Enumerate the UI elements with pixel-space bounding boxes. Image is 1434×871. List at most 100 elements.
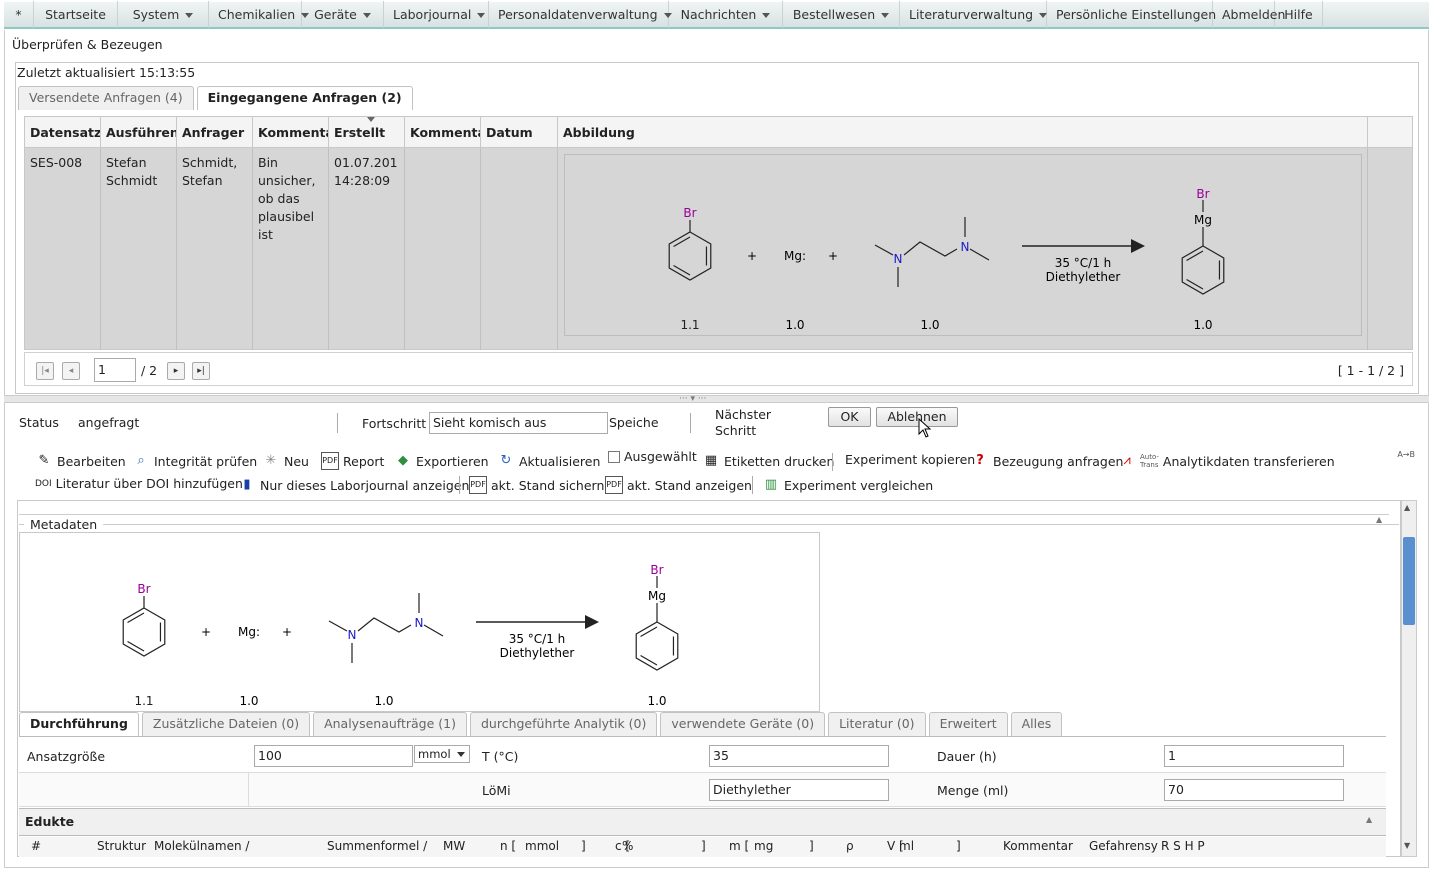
neu-button[interactable]: ✳ Neu (262, 452, 309, 470)
analytikdaten-button[interactable]: ⩘ Auto- Trans Analytikdaten transferieren (1118, 452, 1334, 470)
save-link[interactable]: Speiche (609, 415, 659, 430)
menu-item[interactable]: Bestellwesen (783, 1, 900, 28)
ausgewaehlt-checkbox[interactable]: Ausgewählt (608, 449, 697, 464)
tab-zusaetzliche-dateien[interactable]: Zusätzliche Dateien (0) (141, 712, 311, 736)
plus-sign: + (828, 249, 838, 263)
tab-erweitert[interactable]: Erweitert (928, 712, 1008, 736)
ansatz-input[interactable]: 100 (254, 745, 413, 767)
integritaet-button[interactable]: ⌕ Integrität prüfen (132, 452, 257, 470)
ok-button[interactable]: OK (828, 407, 871, 427)
scroll-thumb[interactable] (1403, 537, 1415, 625)
last-page-icon[interactable]: ▸| (192, 362, 210, 380)
col-abbildung[interactable]: Abbildung (558, 117, 1368, 148)
stand-sichern-button[interactable]: PDF akt. Stand sichern (469, 476, 604, 494)
experiment-kopieren-button[interactable]: Experiment kopieren (845, 452, 975, 467)
divider (459, 476, 460, 494)
splitter-handle[interactable]: ··· ▾ ··· (4, 394, 1429, 404)
tab-verwendete-geraete[interactable]: verwendete Geräte (0) (660, 712, 826, 736)
menu-item[interactable]: * (4, 1, 34, 28)
edukte-section-header[interactable]: Edukte (19, 808, 1386, 836)
menu-item[interactable]: Geräte (302, 1, 384, 28)
tab-sent-requests[interactable]: Versendete Anfragen (4) (18, 86, 194, 110)
vertical-scrollbar[interactable]: ▲ ▼ (1401, 500, 1417, 857)
collapse-icon[interactable]: ▲ (1376, 515, 1382, 524)
next-page-icon[interactable]: ▸ (167, 362, 185, 380)
grid-icon: ▦ (704, 453, 718, 468)
experiment-vergleichen-button[interactable]: ▥ Experiment vergleichen (762, 476, 933, 494)
col-datensatz[interactable]: Datensatz (25, 117, 101, 148)
doi-icon: DOI (35, 478, 52, 489)
checkbox-icon (608, 450, 620, 463)
cell-datensatz: SES-008 (25, 148, 101, 350)
temp-input[interactable]: 35 (709, 745, 889, 767)
tab-durchgefuehrte-analytik[interactable]: durchgeführte Analytik (0) (469, 712, 658, 736)
bond (357, 617, 412, 633)
report-button[interactable]: PDF Report (321, 452, 384, 470)
tab-rule (19, 736, 1386, 737)
edukte-col: % (622, 839, 634, 853)
metadaten-legend: Metadaten (24, 517, 104, 532)
menu-item[interactable]: Nachrichten (669, 1, 783, 28)
equiv-label: 1.0 (647, 694, 666, 708)
edukte-col: mg (754, 839, 774, 853)
sparkle-icon: ✳ (265, 453, 277, 468)
compare-ab-icon[interactable]: A→B (1397, 450, 1415, 459)
menu-item[interactable]: Literaturverwaltung (900, 1, 1048, 28)
nur-laborjournal-button[interactable]: ▮ Nur dieses Laborjournal anzeigen (238, 476, 469, 494)
col-ausfuehrender[interactable]: Ausführen (101, 117, 177, 148)
col-kommentar2[interactable]: Kommenta (405, 117, 481, 148)
etiketten-button[interactable]: ▦ Etiketten drucken (702, 452, 835, 470)
fortschritt-input[interactable]: Sieht komisch aus (429, 412, 608, 434)
tab-alles[interactable]: Alles (1010, 712, 1063, 736)
cell-abbildung: Br 1.1 + Mg: 1.0 + N N 1.0 35 °C/1 h Diethylether B… (558, 148, 1368, 350)
bezeugung-anfragen-button[interactable]: ? Bezeugung anfragen (971, 452, 1123, 470)
equiv-label: 1.0 (785, 318, 804, 332)
unit-select[interactable]: mmol (414, 745, 470, 763)
first-page-icon[interactable]: |◂ (36, 362, 54, 380)
menu-item[interactable]: Abmelden (1213, 1, 1285, 28)
exportieren-button[interactable]: ◆ Exportieren (394, 452, 489, 470)
bearbeiten-button[interactable]: ✎ Bearbeiten (35, 452, 126, 470)
edukte-col: ] (581, 839, 586, 853)
stand-anzeigen-button[interactable]: PDF akt. Stand anzeigen (605, 476, 752, 494)
double-bond (673, 264, 691, 276)
ablehnen-button[interactable]: Ablehnen (876, 407, 958, 427)
menu-item[interactable]: Chemikalien (209, 1, 310, 28)
scroll-up-icon[interactable]: ▲ (1404, 503, 1410, 512)
br-label: Br (683, 206, 696, 220)
status-value: angefragt (78, 415, 140, 430)
page-input[interactable]: 1 (94, 358, 136, 382)
menu-item[interactable]: Hilfe (1275, 1, 1323, 28)
mg-label: Mg: (784, 249, 806, 263)
tab-analysenauftraege[interactable]: Analysenaufträge (1) (313, 712, 467, 736)
menu-item[interactable]: Personaldatenverwaltung (489, 1, 672, 28)
sort-desc-icon (367, 117, 375, 122)
menu-item[interactable]: System (118, 1, 209, 28)
menu-item[interactable]: Laborjournal (384, 1, 489, 28)
menu-item[interactable]: Startseite (34, 1, 118, 28)
scroll-down-icon[interactable]: ▼ (1404, 841, 1410, 850)
edukte-col: n [ (500, 839, 517, 853)
form-row: Ansatzgröße 100 mmol T (°C) 35 Dauer (h)… (19, 739, 1386, 773)
loemi-input[interactable]: Diethylether (709, 779, 889, 801)
menge-input[interactable]: 70 (1164, 779, 1344, 801)
tab-received-requests[interactable]: Eingegangene Anfragen (2) (196, 86, 413, 110)
equiv-label: 1.0 (239, 694, 258, 708)
col-anfrager[interactable]: Anfrager (177, 117, 253, 148)
refresh-icon: ↻ (500, 453, 512, 468)
prev-page-icon[interactable]: ◂ (62, 362, 80, 380)
col-kommentar[interactable]: Kommenta (253, 117, 329, 148)
next-step-label: Nächster Schritt (715, 407, 772, 438)
aktualisieren-button[interactable]: ↻ Aktualisieren (497, 452, 601, 470)
tab-literatur[interactable]: Literatur (0) (828, 712, 926, 736)
equiv-label: 1.1 (134, 694, 153, 708)
double-bond (640, 654, 658, 666)
mg-label: Mg: (238, 625, 260, 639)
doi-button[interactable]: DOI Literatur über DOI hinzufügen (35, 476, 243, 491)
tab-durchfuehrung[interactable]: Durchführung (19, 712, 139, 736)
dauer-input[interactable]: 1 (1164, 745, 1344, 767)
edukte-col: MW (443, 839, 466, 853)
col-datum[interactable]: Datum (481, 117, 558, 148)
menu-item[interactable]: Persönliche Einstellungen (1047, 1, 1216, 28)
collapse-icon[interactable]: ▲ (1366, 815, 1372, 824)
